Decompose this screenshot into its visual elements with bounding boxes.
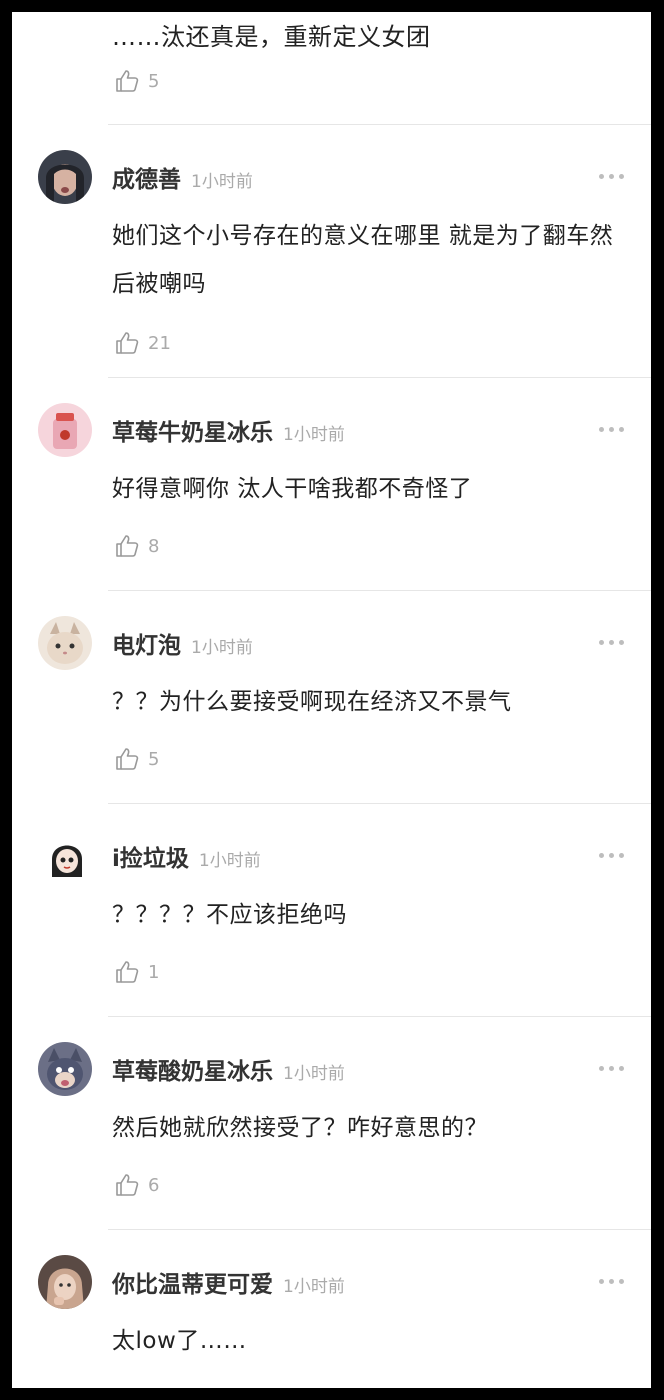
comment-header: i捡垃圾 1小时前 bbox=[112, 839, 261, 873]
avatar[interactable] bbox=[38, 829, 92, 883]
like-button[interactable]: 1 bbox=[114, 959, 159, 985]
like-button[interactable]: 8 bbox=[114, 533, 159, 559]
like-button[interactable]: 21 bbox=[114, 330, 171, 356]
comment-text: ？？为什么要接受啊现在经济又不景气 bbox=[112, 689, 512, 715]
comment-header: 电灯泡 1小时前 bbox=[112, 626, 253, 660]
comment-list-screen: ……汰还真是，重新定义女团 5 成德善 1小时前 她们这个小号存在的意义在哪里 … bbox=[12, 12, 651, 1388]
timestamp: 1小时前 bbox=[191, 638, 253, 658]
divider bbox=[108, 803, 651, 804]
timestamp: 1小时前 bbox=[283, 425, 345, 445]
comment-text: ？？？？不应该拒绝吗 bbox=[112, 902, 347, 928]
avatar[interactable] bbox=[38, 150, 92, 204]
more-icon[interactable] bbox=[599, 174, 624, 179]
thumbs-up-icon bbox=[114, 330, 140, 356]
more-icon[interactable] bbox=[599, 1279, 624, 1284]
avatar[interactable] bbox=[38, 1042, 92, 1096]
timestamp: 1小时前 bbox=[283, 1064, 345, 1084]
divider bbox=[108, 1229, 651, 1230]
more-icon[interactable] bbox=[599, 427, 624, 432]
thumbs-up-icon bbox=[114, 68, 140, 94]
more-icon[interactable] bbox=[599, 640, 624, 645]
more-icon[interactable] bbox=[599, 1066, 624, 1071]
comment-item: 草莓酸奶星冰乐 1小时前 然后她就欣然接受了？咋好意思的？ 6 bbox=[12, 1014, 651, 1227]
username[interactable]: 草莓牛奶星冰乐 bbox=[112, 413, 273, 447]
thumbs-up-icon bbox=[114, 533, 140, 559]
comment-item: 成德善 1小时前 她们这个小号存在的意义在哪里 就是为了翻车然后被嘲吗 21 bbox=[12, 122, 651, 354]
like-button[interactable]: 5 bbox=[114, 746, 159, 772]
more-icon[interactable] bbox=[599, 853, 624, 858]
comment-text: 然后她就欣然接受了？咋好意思的？ bbox=[112, 1115, 488, 1141]
comment-header: 成德善 1小时前 bbox=[112, 160, 253, 194]
like-count: 6 bbox=[148, 1174, 160, 1196]
like-count: 5 bbox=[148, 748, 160, 770]
timestamp: 1小时前 bbox=[198, 851, 261, 871]
username[interactable]: 电灯泡 bbox=[112, 626, 181, 660]
comment-item: i捡垃圾 1小时前 ？？？？不应该拒绝吗 1 bbox=[12, 801, 651, 1014]
username[interactable]: 成德善 bbox=[112, 160, 181, 194]
username[interactable]: 你比温蒂更可爱 bbox=[112, 1265, 273, 1299]
divider bbox=[108, 1016, 651, 1017]
comment-text: 太low了…… bbox=[112, 1328, 247, 1354]
like-button[interactable]: 5 bbox=[114, 68, 159, 94]
comment-item: 草莓牛奶星冰乐 1小时前 好得意啊你 汰人干啥我都不奇怪了 8 bbox=[12, 375, 651, 588]
like-count: 5 bbox=[148, 70, 160, 92]
avatar[interactable] bbox=[38, 616, 92, 670]
divider bbox=[108, 590, 651, 591]
thumbs-up-icon bbox=[114, 1172, 140, 1198]
avatar[interactable] bbox=[38, 1255, 92, 1309]
comment-text: ……汰还真是，重新定义女团 bbox=[112, 23, 431, 51]
like-count: 21 bbox=[148, 332, 171, 354]
avatar[interactable] bbox=[38, 403, 92, 457]
username[interactable]: i捡垃圾 bbox=[112, 839, 189, 873]
divider bbox=[108, 377, 651, 378]
thumbs-up-icon bbox=[114, 746, 140, 772]
comment-text: 她们这个小号存在的意义在哪里 就是为了翻车然后被嘲吗 bbox=[112, 223, 614, 297]
comment-header: 草莓酸奶星冰乐 1小时前 bbox=[112, 1052, 345, 1086]
thumbs-up-icon bbox=[114, 959, 140, 985]
timestamp: 1小时前 bbox=[283, 1277, 345, 1297]
timestamp: 1小时前 bbox=[191, 172, 253, 192]
like-count: 8 bbox=[148, 535, 160, 557]
like-count: 1 bbox=[148, 961, 160, 983]
username[interactable]: 草莓酸奶星冰乐 bbox=[112, 1052, 273, 1086]
comment-text: 好得意啊你 汰人干啥我都不奇怪了 bbox=[112, 476, 473, 502]
comment-header: 你比温蒂更可爱 1小时前 bbox=[112, 1265, 345, 1299]
like-button[interactable]: 6 bbox=[114, 1172, 159, 1198]
divider bbox=[108, 124, 651, 125]
comment-header: 草莓牛奶星冰乐 1小时前 bbox=[112, 413, 345, 447]
comment-item: 电灯泡 1小时前 ？？为什么要接受啊现在经济又不景气 5 bbox=[12, 588, 651, 801]
comment-item: 你比温蒂更可爱 1小时前 太low了…… bbox=[12, 1227, 651, 1388]
